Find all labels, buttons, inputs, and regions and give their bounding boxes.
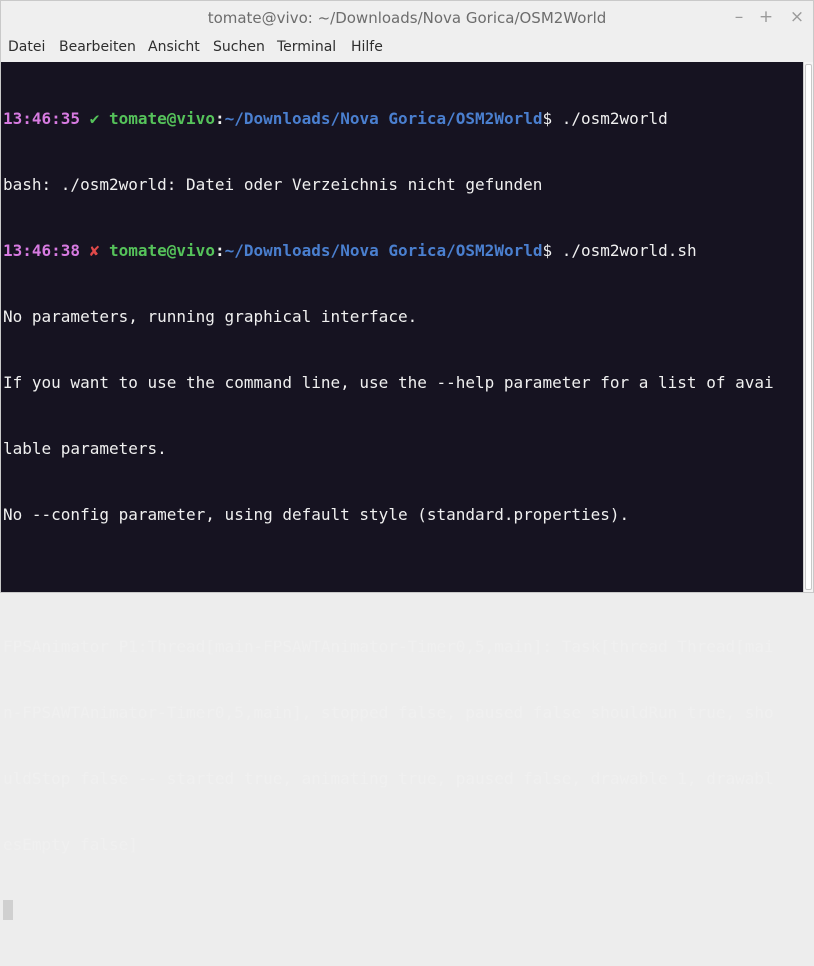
output-line: FPSAnimator P1:Thread[main-FPSAWTAnimato…	[3, 637, 774, 656]
prompt-time: 13:46:35	[3, 109, 81, 128]
title-bar[interactable]: tomate@vivo: ~/Downloads/Nova Gorica/OSM…	[1, 1, 813, 35]
prompt-time: 13:46:38	[3, 241, 81, 260]
menu-ansicht[interactable]: Ansicht	[148, 39, 200, 55]
close-icon[interactable]: ×	[787, 6, 807, 28]
scrollbar-thumb[interactable]	[805, 64, 812, 590]
scrollbar[interactable]	[803, 62, 813, 592]
output-line: bash: ./osm2world: Datei oder Verzeichni…	[3, 175, 543, 194]
prompt-user: tomate@vivo	[108, 109, 215, 128]
menu-suchen[interactable]: Suchen	[213, 39, 265, 55]
menu-bar: Datei Bearbeiten Ansicht Suchen Terminal…	[1, 35, 813, 61]
output-line: No --config parameter, using default sty…	[3, 505, 630, 524]
prompt-colon: :	[214, 109, 225, 128]
cursor-line	[3, 900, 803, 922]
terminal-output[interactable]: 13:46:35 ✔ tomate@vivo:~/Downloads/Nova …	[1, 62, 803, 920]
menu-hilfe[interactable]: Hilfe	[351, 39, 383, 55]
success-icon: ✔	[89, 109, 100, 128]
menu-terminal[interactable]: Terminal	[277, 39, 336, 55]
prompt-colon: :	[214, 241, 225, 260]
window-title: tomate@vivo: ~/Downloads/Nova Gorica/OSM…	[207, 9, 607, 27]
output-line: If you want to use the command line, use…	[3, 373, 774, 392]
terminal-window: tomate@vivo: ~/Downloads/Nova Gorica/OSM…	[0, 0, 814, 920]
error-icon: ✘	[89, 241, 100, 260]
menu-datei[interactable]: Datei	[8, 39, 45, 55]
output-line: n-FPSAWTAnimator-Timer0,5,main], stopped…	[3, 703, 774, 722]
output-line: No parameters, running graphical interfa…	[3, 307, 418, 326]
menu-bearbeiten[interactable]: Bearbeiten	[59, 39, 136, 55]
text-cursor	[3, 900, 13, 920]
prompt-line: 13:46:38 ✘ tomate@vivo:~/Downloads/Nova …	[3, 240, 803, 262]
output-line: lable parameters.	[3, 439, 167, 458]
prompt-path: ~/Downloads/Nova Gorica/OSM2World	[224, 109, 543, 128]
prompt-path: ~/Downloads/Nova Gorica/OSM2World	[224, 241, 543, 260]
output-line: uldStop false -- started true, animating…	[3, 769, 774, 788]
maximize-icon[interactable]: +	[756, 6, 776, 28]
minimize-icon[interactable]: –	[729, 6, 749, 28]
output-line: esEmpty false]	[3, 835, 138, 854]
prompt-line: 13:46:35 ✔ tomate@vivo:~/Downloads/Nova …	[3, 108, 803, 130]
prompt-command: $ ./osm2world.sh	[542, 241, 697, 260]
prompt-user: tomate@vivo	[108, 241, 215, 260]
prompt-command: $ ./osm2world	[542, 109, 668, 128]
